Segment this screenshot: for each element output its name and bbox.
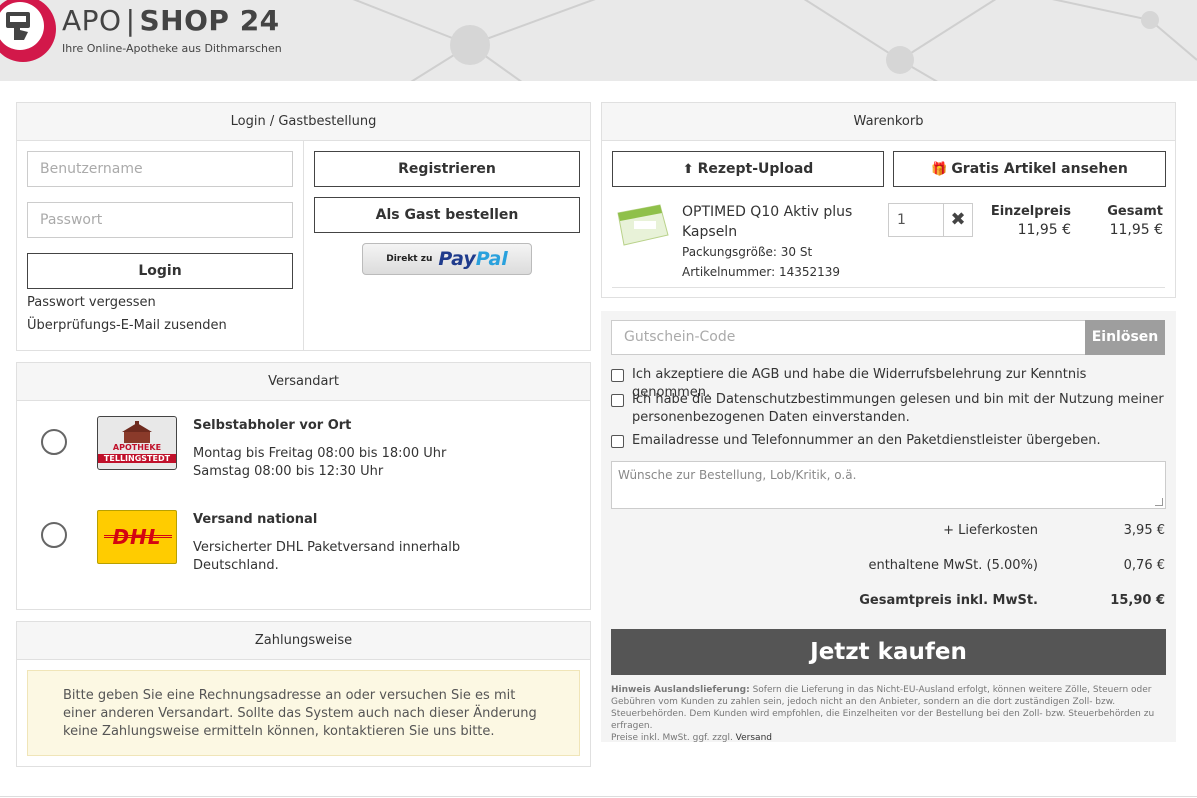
upload-icon: ⬆ — [682, 162, 694, 177]
resize-handle[interactable] — [1155, 498, 1163, 506]
vat-label: enthaltene MwSt. (5.00%) — [868, 558, 1038, 573]
shipping-option-pickup-hours-saturday: Samstag 08:00 bis 12:30 Uhr — [193, 464, 384, 479]
logo-separator: | — [125, 4, 136, 37]
logo-shop: SHOP 24 — [139, 4, 280, 37]
free-items-label: Gratis Artikel ansehen — [951, 161, 1128, 177]
resend-verification-link[interactable]: Überprüfungs-E-Mail zusenden — [27, 318, 227, 333]
free-items-button[interactable]: 🎁 Gratis Artikel ansehen — [893, 151, 1166, 187]
payment-notice: Bitte geben Sie eine Rechnungsadresse an… — [27, 670, 580, 756]
guest-order-button[interactable]: Als Gast bestellen — [314, 197, 580, 233]
shipping-option-dhl-desc-line1: Versicherter DHL Paketversand innerhalb — [193, 540, 461, 555]
payment-panel-title: Zahlungsweise — [17, 622, 590, 660]
paypal-logo: PayPal — [438, 248, 507, 270]
radio-pickup[interactable] — [41, 429, 67, 455]
grand-total-value: 15,90 € — [1110, 593, 1165, 608]
dhl-logo: DHL — [97, 510, 177, 564]
apo-logo-line2: TELLINGSTEDT — [98, 454, 176, 463]
cart-panel-title: Warenkorb — [602, 103, 1175, 141]
logo-wordmark[interactable]: APO | SHOP 24 — [62, 4, 280, 37]
close-icon: ✖ — [950, 209, 966, 230]
agb-checkbox[interactable] — [611, 369, 624, 382]
unit-price-header: Einzelpreis — [990, 204, 1071, 219]
login-panel: Login / Gastbestellung Benutzername Pass… — [16, 102, 591, 351]
grand-total-label: Gesamtpreis inkl. MwSt. — [859, 593, 1038, 608]
buy-now-button[interactable]: Jetzt kaufen — [611, 629, 1166, 675]
apo-logo-line1: APOTHEKE — [112, 443, 162, 452]
register-button[interactable]: Registrieren — [314, 151, 580, 187]
forgot-password-link[interactable]: Passwort vergessen — [27, 295, 156, 310]
checkbox-row-privacy[interactable]: Ich habe die Datenschutzbestimmungen gel… — [611, 391, 1166, 427]
unit-price-value: 11,95 € — [1017, 222, 1071, 238]
order-comment-textarea[interactable]: Wünsche zur Bestellung, Lob/Kritik, o.ä. — [611, 461, 1166, 509]
shipping-option-pickup-title: Selbstabholer vor Ort — [193, 418, 352, 433]
paypal-pal: Pal — [475, 248, 508, 270]
delivery-cost-label: + Lieferkosten — [943, 523, 1038, 538]
apotheke-tellingstedt-logo: APOTHEKE TELLINGSTEDT — [97, 416, 177, 470]
pharmacy-hand-icon — [6, 12, 30, 40]
remove-item-button[interactable]: ✖ — [943, 203, 973, 237]
login-divider — [303, 141, 304, 350]
footer-divider — [0, 796, 1197, 797]
prescription-upload-label: Rezept-Upload — [697, 161, 814, 177]
product-thumbnail[interactable] — [614, 201, 670, 247]
logo-tagline: Ihre Online-Apotheke aus Dithmarschen — [62, 42, 282, 55]
shipping-panel: Versandart APOTHEKE TELLINGSTEDT Selbsta… — [16, 362, 591, 610]
gift-icon: 🎁 — [931, 162, 948, 177]
carrier-data-checkbox-label: Emailadresse und Telefonnummer an den Pa… — [632, 433, 1101, 448]
cart-item-name[interactable]: OPTIMED Q10 Aktiv plus Kapseln — [682, 202, 872, 242]
paypal-prefix: Direkt zu — [386, 254, 433, 264]
radio-dhl[interactable] — [41, 522, 67, 548]
checkout-section: Gutschein-Code Einlösen Ich akzeptiere d… — [601, 311, 1176, 744]
logo-apo: APO — [62, 4, 122, 37]
church-icon — [122, 421, 152, 443]
delivery-cost-value: 3,95 € — [1123, 523, 1165, 538]
paypal-button[interactable]: Direkt zu PayPal — [362, 243, 532, 275]
shipping-option-dhl-desc-line2: Deutschland. — [193, 558, 279, 573]
versand-link[interactable]: Versand — [736, 733, 772, 743]
login-panel-title: Login / Gastbestellung — [17, 103, 590, 141]
privacy-checkbox[interactable] — [611, 394, 624, 407]
vat-value: 0,76 € — [1123, 558, 1165, 573]
shipping-option-dhl-title: Versand national — [193, 512, 318, 527]
prices-note: Preise inkl. MwSt. ggf. zzgl. — [611, 733, 736, 743]
carrier-data-checkbox[interactable] — [611, 435, 624, 448]
site-header: APO | SHOP 24 Ihre Online-Apotheke aus Dit… — [0, 0, 1197, 81]
payment-panel: Zahlungsweise Bitte geben Sie eine Rechn… — [16, 621, 591, 767]
cart-panel: Warenkorb ⬆ Rezept-Upload 🎁 Gratis Artikel… — [601, 102, 1176, 298]
quantity-input[interactable]: 1 — [888, 203, 944, 237]
order-comment-placeholder: Wünsche zur Bestellung, Lob/Kritik, o.ä. — [618, 468, 857, 482]
total-header: Gesamt — [1107, 204, 1163, 219]
cart-divider — [612, 287, 1165, 288]
dhl-logo-stripes — [104, 535, 172, 538]
password-input[interactable]: Passwort — [27, 202, 293, 238]
username-input[interactable]: Benutzername — [27, 151, 293, 187]
paypal-pay: Pay — [438, 248, 476, 270]
foreign-delivery-hint: Hinweis Auslandslieferung: Sofern die Li… — [611, 684, 1171, 744]
privacy-checkbox-label: Ich habe die Datenschutzbestimmungen gel… — [632, 392, 1164, 425]
checkbox-row-carrier[interactable]: Emailadresse und Telefonnummer an den Pa… — [611, 432, 1166, 450]
prescription-upload-button[interactable]: ⬆ Rezept-Upload — [612, 151, 884, 187]
cart-item-article-number: Artikelnummer: 14352139 — [682, 265, 841, 279]
voucher-input[interactable]: Gutschein-Code — [611, 320, 1086, 355]
login-button[interactable]: Login — [27, 253, 293, 289]
total-value: 11,95 € — [1109, 222, 1163, 238]
voucher-redeem-button[interactable]: Einlösen — [1085, 320, 1165, 355]
hint-title: Hinweis Auslandslieferung: — [611, 685, 750, 695]
cart-item-package-size: Packungsgröße: 30 St — [682, 245, 813, 259]
shipping-panel-title: Versandart — [17, 363, 590, 401]
shipping-option-pickup-hours-weekday: Montag bis Freitag 08:00 bis 18:00 Uhr — [193, 446, 447, 461]
